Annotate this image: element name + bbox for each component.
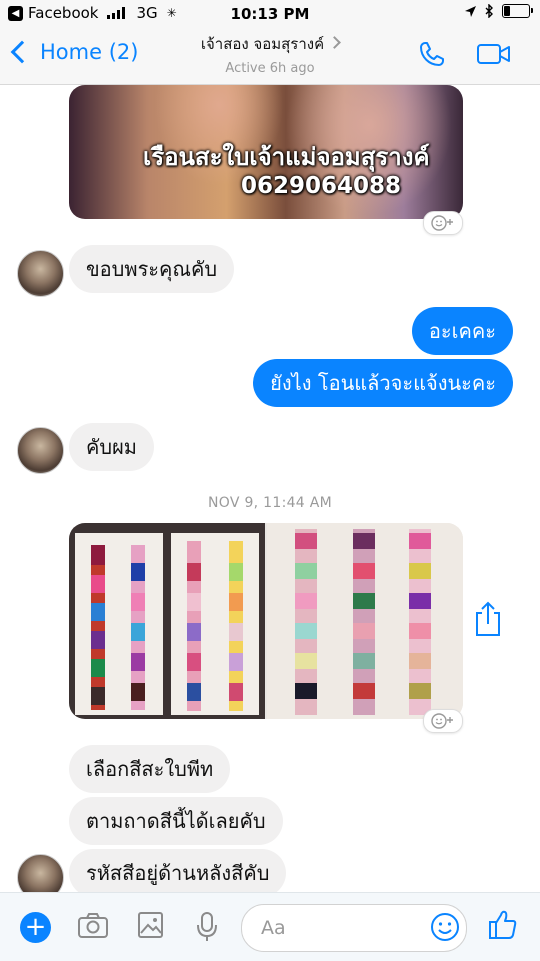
contact-name: เจ้าสอง จอมสุรางค์ bbox=[200, 35, 325, 53]
active-status: Active 6h ago bbox=[225, 61, 315, 76]
status-right bbox=[464, 4, 533, 18]
incoming-message[interactable]: เลือกสีสะใบพีท bbox=[69, 745, 231, 793]
status-bar: ◀ Facebook 3G ✳ 10:13 PM bbox=[0, 0, 540, 28]
reaction-icon bbox=[431, 713, 453, 729]
thumbs-up-icon[interactable] bbox=[488, 909, 518, 941]
bluetooth-icon bbox=[485, 4, 493, 18]
chevron-left-icon bbox=[10, 40, 34, 64]
shared-photo-dress[interactable]: เรือนสะใบเจ้าแม่จอมสุรางค์ 0629064088 bbox=[69, 85, 463, 219]
chevron-right-icon bbox=[328, 36, 342, 49]
message-input-placeholder: Aa bbox=[261, 917, 286, 939]
more-actions-button[interactable]: + bbox=[20, 912, 51, 943]
avatar[interactable] bbox=[17, 854, 64, 892]
chat-header: Home (2) เจ้าสอง จอมสุรางค์ Active 6h ag… bbox=[0, 28, 540, 85]
avatar[interactable] bbox=[17, 427, 64, 474]
status-time: 10:13 PM bbox=[230, 5, 310, 23]
shared-photo-color-swatches[interactable] bbox=[69, 523, 463, 719]
message-composer: + Aa bbox=[0, 892, 540, 961]
message-input[interactable]: Aa bbox=[241, 904, 467, 952]
swatch-grid bbox=[69, 523, 463, 719]
avatar[interactable] bbox=[17, 250, 64, 297]
photo-caption-phone: 0629064088 bbox=[241, 173, 402, 199]
incoming-message[interactable]: คับผม bbox=[69, 423, 154, 471]
message-timestamp: NOV 9, 11:44 AM bbox=[207, 495, 333, 511]
incoming-message[interactable]: รหัสสีอยู่ด้านหลังสีคับ bbox=[69, 849, 287, 892]
share-button[interactable] bbox=[474, 601, 502, 641]
gallery-icon[interactable] bbox=[137, 911, 164, 939]
location-icon bbox=[465, 5, 476, 17]
outgoing-message[interactable]: อะเคคะ bbox=[411, 307, 513, 355]
incoming-message[interactable]: ตามถาดสีนี้ได้เลยคับ bbox=[69, 797, 283, 845]
battery-icon bbox=[502, 4, 533, 18]
emoji-icon[interactable] bbox=[430, 912, 460, 942]
share-icon bbox=[476, 601, 500, 636]
back-label: Home (2) bbox=[40, 40, 139, 64]
contact-name-row: เจ้าสอง จอมสุรางค์ bbox=[150, 32, 390, 56]
photo-caption-shop: เรือนสะใบเจ้าแม่จอมสุรางค์ bbox=[143, 143, 430, 171]
video-icon[interactable] bbox=[476, 42, 512, 66]
header-actions bbox=[418, 40, 512, 68]
camera-icon[interactable] bbox=[77, 911, 109, 939]
microphone-icon[interactable] bbox=[195, 911, 219, 943]
reaction-button[interactable] bbox=[423, 211, 463, 235]
outgoing-message[interactable]: ยังไง โอนแล้วจะแจ้งนะคะ bbox=[253, 359, 513, 407]
phone-icon[interactable] bbox=[418, 40, 446, 68]
back-button[interactable]: Home (2) bbox=[10, 40, 139, 64]
incoming-message[interactable]: ขอบพระคุณคับ bbox=[69, 245, 235, 293]
reaction-button[interactable] bbox=[423, 709, 463, 733]
contact-info[interactable]: เจ้าสอง จอมสุรางค์ Active 6h ago bbox=[150, 32, 390, 76]
reaction-icon bbox=[431, 215, 453, 231]
message-list[interactable]: เรือนสะใบเจ้าแม่จอมสุรางค์ 0629064088 ขอ… bbox=[0, 85, 540, 892]
